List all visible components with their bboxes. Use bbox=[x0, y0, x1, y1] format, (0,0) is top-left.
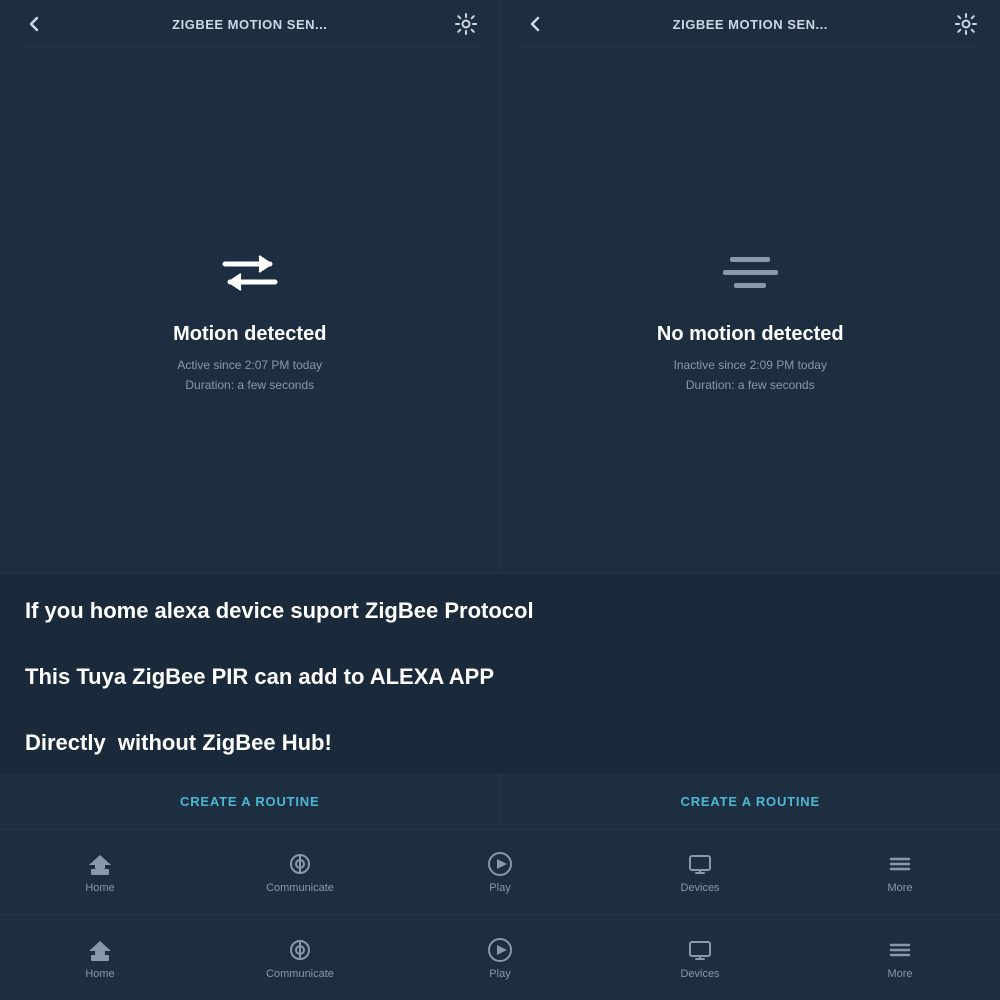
routine-row: CREATE A ROUTINE CREATE A ROUTINE bbox=[0, 774, 1000, 829]
panel-header-right: ZIGBEE MOTION SEN... bbox=[521, 0, 981, 47]
nav-play-bottom[interactable]: Play bbox=[400, 915, 600, 1000]
nav-communicate-top[interactable]: Communicate bbox=[200, 830, 400, 914]
nav-label-communicate-top: Communicate bbox=[266, 882, 334, 894]
motion-subtext2-right: Duration: a few seconds bbox=[686, 378, 815, 392]
main-container: ZIGBEE MOTION SEN... bbox=[0, 0, 1000, 1000]
devices-icon-bottom bbox=[686, 936, 714, 964]
panel-title-left: ZIGBEE MOTION SEN... bbox=[48, 17, 452, 32]
home-icon bbox=[86, 850, 114, 878]
nav-label-play-top: Play bbox=[489, 882, 510, 894]
communicate-icon-bottom bbox=[286, 936, 314, 964]
nav-bar-top: Home Communicate bbox=[0, 830, 1000, 915]
info-text: If you home alexa device suport ZigBee P… bbox=[25, 594, 975, 759]
nav-more-bottom[interactable]: More bbox=[800, 915, 1000, 1000]
no-motion-lines-icon bbox=[710, 243, 790, 303]
play-icon-top bbox=[486, 850, 514, 878]
back-button-left[interactable] bbox=[20, 10, 48, 38]
create-routine-right[interactable]: CREATE A ROUTINE bbox=[501, 775, 1000, 829]
nav-communicate-bottom[interactable]: Communicate bbox=[200, 915, 400, 1000]
nav-play-top[interactable]: Play bbox=[400, 830, 600, 914]
more-icon-top bbox=[886, 850, 914, 878]
motion-subtext1-left: Active since 2:07 PM today bbox=[177, 358, 322, 372]
panels: ZIGBEE MOTION SEN... bbox=[0, 0, 1000, 573]
nav-label-more-top: More bbox=[887, 882, 912, 894]
nav-label-home-top: Home bbox=[85, 882, 114, 894]
nav-devices-top[interactable]: Devices bbox=[600, 830, 800, 914]
nav-label-devices-top: Devices bbox=[680, 882, 719, 894]
nav-label-home-bottom: Home bbox=[85, 968, 114, 980]
create-routine-left[interactable]: CREATE A ROUTINE bbox=[0, 775, 501, 829]
play-icon-bottom bbox=[486, 936, 514, 964]
motion-subtext1-right: Inactive since 2:09 PM today bbox=[674, 358, 827, 372]
nav-label-devices-bottom: Devices bbox=[680, 968, 719, 980]
panel-header-left: ZIGBEE MOTION SEN... bbox=[20, 0, 480, 47]
nav-label-play-bottom: Play bbox=[489, 968, 510, 980]
motion-subtext2-left: Duration: a few seconds bbox=[185, 378, 314, 392]
panel-right: ZIGBEE MOTION SEN... No motion detected … bbox=[501, 0, 1000, 573]
info-section: If you home alexa device suport ZigBee P… bbox=[0, 573, 1000, 774]
panel-left: ZIGBEE MOTION SEN... bbox=[0, 0, 501, 573]
communicate-icon-top bbox=[286, 850, 314, 878]
motion-status-left: Motion detected bbox=[173, 323, 326, 346]
motion-status-right: No motion detected bbox=[657, 323, 844, 346]
back-button-right[interactable] bbox=[521, 10, 549, 38]
no-motion-icon-area: No motion detected Inactive since 2:09 P… bbox=[657, 47, 844, 573]
gear-button-left[interactable] bbox=[452, 10, 480, 38]
panel-title-right: ZIGBEE MOTION SEN... bbox=[549, 17, 953, 32]
more-icon-bottom bbox=[886, 936, 914, 964]
nav-devices-bottom[interactable]: Devices bbox=[600, 915, 800, 1000]
nav-home-top[interactable]: Home bbox=[0, 830, 200, 914]
home-icon-bottom bbox=[86, 936, 114, 964]
gear-button-right[interactable] bbox=[952, 10, 980, 38]
motion-arrows-icon bbox=[210, 243, 290, 303]
nav-label-more-bottom: More bbox=[887, 968, 912, 980]
nav-more-top[interactable]: More bbox=[800, 830, 1000, 914]
motion-icon-area: Motion detected Active since 2:07 PM tod… bbox=[173, 47, 326, 573]
devices-icon-top bbox=[686, 850, 714, 878]
nav-label-communicate-bottom: Communicate bbox=[266, 968, 334, 980]
nav-bars: Home Communicate bbox=[0, 829, 1000, 1000]
nav-bar-bottom: Home Communicate bbox=[0, 915, 1000, 1000]
nav-home-bottom[interactable]: Home bbox=[0, 915, 200, 1000]
